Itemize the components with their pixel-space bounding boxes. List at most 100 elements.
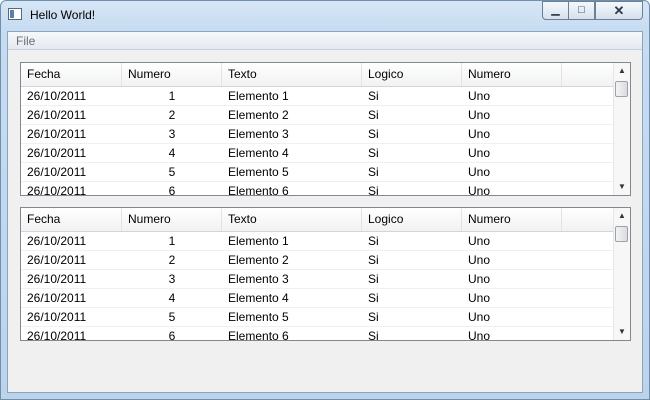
cell-numero-2: Uno [468,146,491,160]
table-header: Fecha Numero Texto Logico Numero [21,208,630,232]
table-header: Fecha Numero Texto Logico Numero [21,63,630,87]
cell-texto: Elemento 6 [228,329,289,341]
table-row[interactable]: 26/10/2011 4 Elemento 4 Si Uno [21,289,630,308]
cell-numero-2: Uno [468,108,491,122]
app-window: Hello World! ▁ □ ✕ File Fecha Numero Tex… [0,0,650,400]
column-header-fecha[interactable]: Fecha [21,208,122,231]
cell-texto: Elemento 2 [228,108,289,122]
cell-numero-2: Uno [468,310,491,324]
cell-logico: Si [368,165,379,179]
table-row[interactable]: 26/10/2011 6 Elemento 6 Si Uno [21,327,630,341]
cell-numero: 3 [168,272,176,286]
cell-texto: Elemento 3 [228,127,289,141]
cell-fecha: 26/10/2011 [27,127,87,141]
cell-numero: 6 [168,329,176,341]
menu-file[interactable]: File [16,34,35,48]
cell-fecha: 26/10/2011 [27,253,87,267]
cell-logico: Si [368,253,379,267]
cell-fecha: 26/10/2011 [27,184,87,196]
client-area: File Fecha Numero Texto Logico Numero 26… [7,31,643,393]
cell-logico: Si [368,89,379,103]
column-header-numero-2[interactable]: Numero [462,63,562,86]
column-header-fecha[interactable]: Fecha [21,63,122,86]
cell-texto: Elemento 4 [228,291,289,305]
cell-numero: 4 [168,146,176,160]
close-button[interactable]: ✕ [595,1,643,20]
table-row[interactable]: 26/10/2011 5 Elemento 5 Si Uno [21,308,630,327]
cell-fecha: 26/10/2011 [27,165,87,179]
table-row[interactable]: 26/10/2011 5 Elemento 5 Si Uno [21,163,630,182]
cell-numero: 4 [168,291,176,305]
cell-fecha: 26/10/2011 [27,108,87,122]
cell-texto: Elemento 5 [228,310,289,324]
maximize-icon: □ [578,4,585,16]
cell-numero: 5 [168,165,176,179]
cell-numero: 1 [168,234,176,248]
data-table-2[interactable]: Fecha Numero Texto Logico Numero 26/10/2… [20,207,631,341]
cell-logico: Si [368,184,379,196]
cell-logico: Si [368,146,379,160]
cell-numero: 6 [168,184,176,196]
cell-texto: Elemento 6 [228,184,289,196]
column-header-logico[interactable]: Logico [362,63,462,86]
cell-texto: Elemento 1 [228,234,289,248]
window-title: Hello World! [30,8,96,22]
cell-logico: Si [368,234,379,248]
table-row[interactable]: 26/10/2011 2 Elemento 2 Si Uno [21,106,630,125]
cell-fecha: 26/10/2011 [27,272,87,286]
cell-numero-2: Uno [468,329,491,341]
cell-numero: 1 [168,89,176,103]
app-icon[interactable] [8,8,22,20]
cell-texto: Elemento 3 [228,272,289,286]
maximize-button[interactable]: □ [568,1,595,20]
vertical-scrollbar[interactable]: ▲ ▼ [613,208,630,340]
cell-texto: Elemento 4 [228,146,289,160]
cell-numero: 5 [168,310,176,324]
cell-numero-2: Uno [468,234,491,248]
column-header-logico[interactable]: Logico [362,208,462,231]
scroll-thumb[interactable] [615,81,628,97]
cell-logico: Si [368,329,379,341]
title-bar[interactable]: Hello World! ▁ □ ✕ [1,1,649,29]
cell-logico: Si [368,291,379,305]
column-header-numero-2[interactable]: Numero [462,208,562,231]
table-row[interactable]: 26/10/2011 1 Elemento 1 Si Uno [21,87,630,106]
minimize-icon: ▁ [551,4,560,16]
table-row[interactable]: 26/10/2011 3 Elemento 3 Si Uno [21,125,630,144]
cell-numero-2: Uno [468,291,491,305]
column-header-texto[interactable]: Texto [222,63,362,86]
cell-numero-2: Uno [468,184,491,196]
cell-numero-2: Uno [468,89,491,103]
column-header-texto[interactable]: Texto [222,208,362,231]
cell-numero-2: Uno [468,165,491,179]
column-header-numero[interactable]: Numero [122,208,222,231]
table-row[interactable]: 26/10/2011 2 Elemento 2 Si Uno [21,251,630,270]
scroll-thumb[interactable] [615,226,628,242]
cell-fecha: 26/10/2011 [27,310,87,324]
table-row[interactable]: 26/10/2011 6 Elemento 6 Si Uno [21,182,630,196]
table-row[interactable]: 26/10/2011 3 Elemento 3 Si Uno [21,270,630,289]
close-icon: ✕ [613,3,625,18]
scroll-down-icon[interactable]: ▼ [614,324,630,340]
scroll-up-icon[interactable]: ▲ [614,208,630,224]
table-row[interactable]: 26/10/2011 1 Elemento 1 Si Uno [21,232,630,251]
cell-texto: Elemento 1 [228,89,289,103]
cell-numero: 3 [168,127,176,141]
minimize-button[interactable]: ▁ [542,1,569,20]
cell-numero-2: Uno [468,253,491,267]
vertical-scrollbar[interactable]: ▲ ▼ [613,63,630,195]
cell-numero: 2 [168,108,176,122]
cell-texto: Elemento 2 [228,253,289,267]
cell-numero-2: Uno [468,272,491,286]
cell-numero: 2 [168,253,176,267]
table-row[interactable]: 26/10/2011 4 Elemento 4 Si Uno [21,144,630,163]
cell-fecha: 26/10/2011 [27,146,87,160]
cell-fecha: 26/10/2011 [27,89,87,103]
cell-fecha: 26/10/2011 [27,291,87,305]
cell-logico: Si [368,108,379,122]
scroll-down-icon[interactable]: ▼ [614,179,630,195]
column-header-numero[interactable]: Numero [122,63,222,86]
scroll-up-icon[interactable]: ▲ [614,63,630,79]
cell-fecha: 26/10/2011 [27,234,87,248]
data-table-1[interactable]: Fecha Numero Texto Logico Numero 26/10/2… [20,62,631,196]
